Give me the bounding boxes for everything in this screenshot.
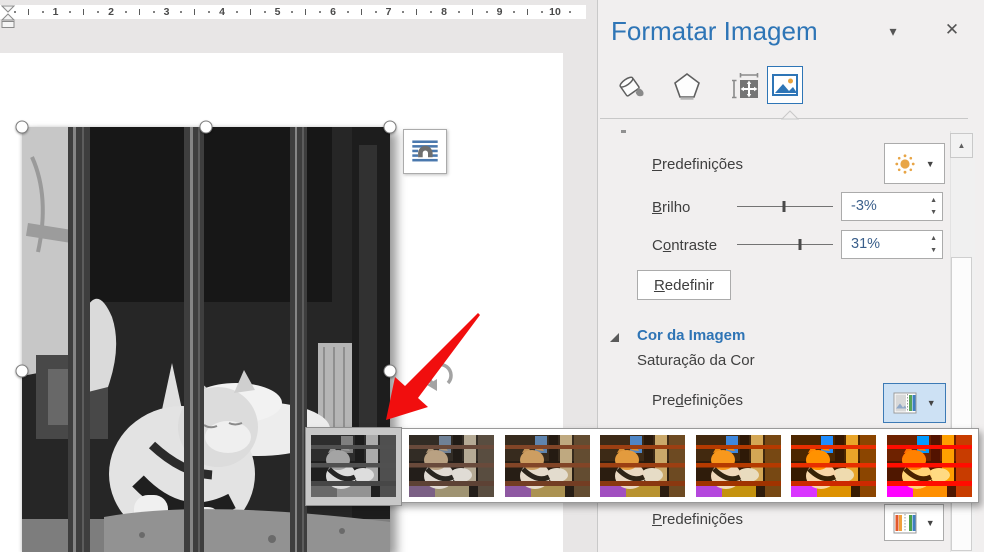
word-window: 1 2 3 4 5 6 7 8 9 10 Formatar Imagem ▾ ✕… xyxy=(0,0,984,552)
scrolled-content-remnant xyxy=(621,130,626,133)
horizontal-ruler[interactable]: 1 2 3 4 5 6 7 8 9 10 xyxy=(0,5,586,19)
fill-line-icon xyxy=(619,76,644,97)
tab-effects[interactable] xyxy=(669,68,705,104)
picture-icon xyxy=(772,74,798,96)
contrast-slider-thumb[interactable] xyxy=(798,239,802,250)
brightness-value-field[interactable]: -3% ▲ ▼ xyxy=(841,192,943,221)
close-icon[interactable]: ✕ xyxy=(940,18,964,42)
reset-button[interactable]: Redefinir xyxy=(637,270,731,300)
tone-presets-dropdown[interactable]: ▼ xyxy=(884,504,944,541)
picture-color-section-header[interactable]: Cor da Imagem xyxy=(637,327,745,344)
chevron-down-icon[interactable]: ▾ xyxy=(882,20,904,42)
saturation-preview-thumbnail xyxy=(695,435,781,497)
brightness-slider[interactable] xyxy=(737,201,833,213)
contrast-label: Contraste xyxy=(652,237,718,254)
saturation-presets-label: Predefinições xyxy=(652,392,743,409)
saturation-label: Saturação da Cor xyxy=(637,352,755,369)
scrollbar-up-button[interactable]: ▲ xyxy=(950,133,973,158)
dropdown-arrow-icon: ▼ xyxy=(926,398,936,408)
gallery-items-row xyxy=(409,435,972,497)
gallery-selected-slot xyxy=(311,435,396,497)
saturation-preview-thumbnail xyxy=(886,435,972,497)
selection-handle-middle-right[interactable] xyxy=(383,364,397,378)
section-collapse-triangle-icon[interactable] xyxy=(610,333,619,342)
gallery-item-saturation-33[interactable] xyxy=(409,435,494,497)
color-tone-presets-icon xyxy=(893,512,917,533)
square-wrap-layout-icon xyxy=(412,139,438,161)
tab-picture[interactable] xyxy=(767,66,803,104)
reset-button-label: Redefinir xyxy=(653,276,715,294)
sun-brightness-icon xyxy=(895,153,915,174)
selection-handle-top-right[interactable] xyxy=(383,120,397,134)
saturation-preview-thumbnail xyxy=(409,435,494,497)
corrections-presets-label: Predefinições xyxy=(652,156,743,173)
selection-handle-top-left[interactable] xyxy=(15,120,29,134)
tab-layout-properties[interactable] xyxy=(728,68,764,104)
effects-icon xyxy=(674,73,700,100)
saturation-preview-thumbnail xyxy=(791,435,876,497)
layout-properties-icon xyxy=(732,73,759,99)
tab-fill-line[interactable] xyxy=(613,68,649,104)
gallery-item-saturation-133[interactable] xyxy=(695,435,781,497)
contrast-value: 31% xyxy=(851,236,881,252)
saturation-presets-icon xyxy=(893,392,917,414)
brightness-label: Brilho xyxy=(652,199,691,216)
spinner-down-icon[interactable]: ▼ xyxy=(930,209,937,216)
saturation-preview-thumbnail xyxy=(311,435,396,497)
selection-handle-top-center[interactable] xyxy=(199,120,213,134)
selection-handle-middle-left[interactable] xyxy=(15,364,29,378)
gallery-item-saturation-66[interactable] xyxy=(504,435,590,497)
contrast-slider[interactable] xyxy=(737,239,833,251)
saturation-preview-thumbnail xyxy=(600,435,685,497)
saturation-preview-thumbnail xyxy=(504,435,590,497)
rotate-handle-icon[interactable] xyxy=(424,360,458,394)
panel-title: Formatar Imagem xyxy=(611,16,818,46)
dropdown-arrow-icon: ▼ xyxy=(925,517,935,528)
brightness-slider-thumb[interactable] xyxy=(782,201,786,212)
spinner-down-icon[interactable]: ▼ xyxy=(930,247,937,254)
panel-scrollbar-thumb[interactable] xyxy=(951,257,972,551)
gallery-item-saturation-200[interactable] xyxy=(791,435,876,497)
indent-markers[interactable] xyxy=(1,5,16,29)
spinner-up-icon[interactable]: ▲ xyxy=(930,235,937,242)
saturation-presets-gallery xyxy=(305,427,979,506)
contrast-value-field[interactable]: 31% ▲ ▼ xyxy=(841,230,943,259)
spinner-up-icon[interactable]: ▲ xyxy=(930,197,937,204)
gallery-selected-item[interactable] xyxy=(305,427,402,506)
corrections-presets-dropdown[interactable]: ▼ xyxy=(884,143,945,184)
brightness-value: -3% xyxy=(851,198,877,214)
gallery-item-saturation-400[interactable] xyxy=(886,435,972,497)
gallery-item-saturation-100[interactable] xyxy=(600,435,685,497)
ruler-marks: 1 2 3 4 5 6 7 8 9 10 xyxy=(0,5,586,19)
tone-presets-label: Predefinições xyxy=(652,511,743,528)
active-tab-caret xyxy=(781,110,799,120)
saturation-presets-dropdown[interactable]: ▼ xyxy=(883,383,946,423)
layout-options-button[interactable] xyxy=(403,129,447,174)
dropdown-arrow-icon: ▼ xyxy=(925,158,935,169)
